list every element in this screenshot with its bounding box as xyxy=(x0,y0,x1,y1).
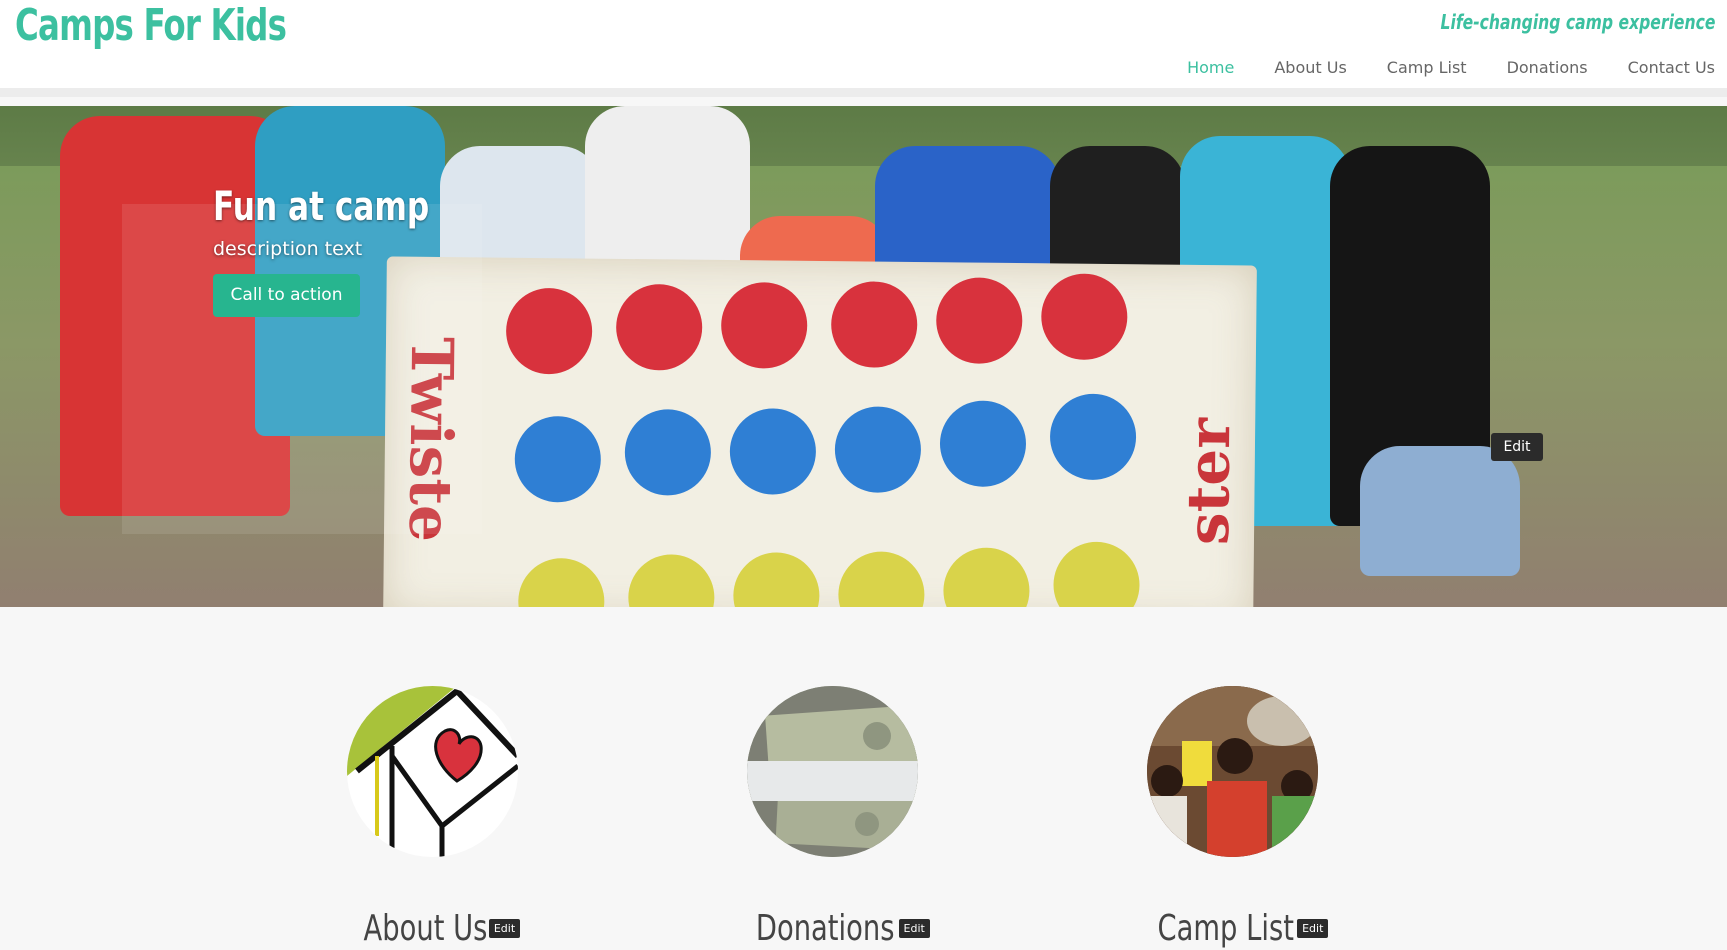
hero-description: description text xyxy=(213,238,363,260)
call-to-action-button[interactable]: Call to action xyxy=(213,274,360,317)
kids-photo-icon xyxy=(1147,686,1318,857)
nav-item-camp-list[interactable]: Camp List xyxy=(1387,58,1467,77)
feature-donations: Donations Edit xyxy=(672,686,992,949)
site-tagline: Life-changing camp experience xyxy=(1440,10,1715,34)
kids-photo-image[interactable] xyxy=(1147,686,1318,857)
nav-item-contact-us[interactable]: Contact Us xyxy=(1628,58,1715,77)
feature-camp-list: Camp List Edit xyxy=(1072,686,1392,949)
dollar-bills-image[interactable] xyxy=(747,686,918,857)
main-nav: Home About Us Camp List Donations Contac… xyxy=(1147,58,1715,77)
camp-heart-icon xyxy=(347,686,518,857)
nav-item-donations[interactable]: Donations xyxy=(1507,58,1588,77)
feature-title-donations[interactable]: Donations xyxy=(756,908,895,949)
site-header: Camps For Kids Life-changing camp experi… xyxy=(0,0,1727,97)
camp-list-edit-button[interactable]: Edit xyxy=(1297,919,1329,938)
feature-title-camp-list[interactable]: Camp List xyxy=(1157,908,1293,949)
mat-text-right: ster xyxy=(1173,417,1244,546)
about-us-edit-button[interactable]: Edit xyxy=(488,919,521,938)
donations-edit-button[interactable]: Edit xyxy=(898,919,930,938)
hero-title: Fun at camp xyxy=(213,184,430,230)
nav-item-home[interactable]: Home xyxy=(1187,58,1234,77)
camp-heart-logo-image[interactable] xyxy=(347,686,518,857)
features-section: About Us Edit Donations Edit Camp List E… xyxy=(0,607,1727,950)
hero-edit-button[interactable]: Edit xyxy=(1491,433,1543,461)
nav-item-about-us[interactable]: About Us xyxy=(1274,58,1346,77)
feature-about-us: About Us Edit xyxy=(272,686,592,949)
hero-slider: Twiste ster xyxy=(0,106,1727,607)
money-icon xyxy=(747,686,918,857)
twister-mat: Twiste ster xyxy=(383,256,1257,607)
site-title[interactable]: Camps For Kids xyxy=(15,0,287,52)
feature-title-about-us[interactable]: About Us xyxy=(363,908,487,949)
